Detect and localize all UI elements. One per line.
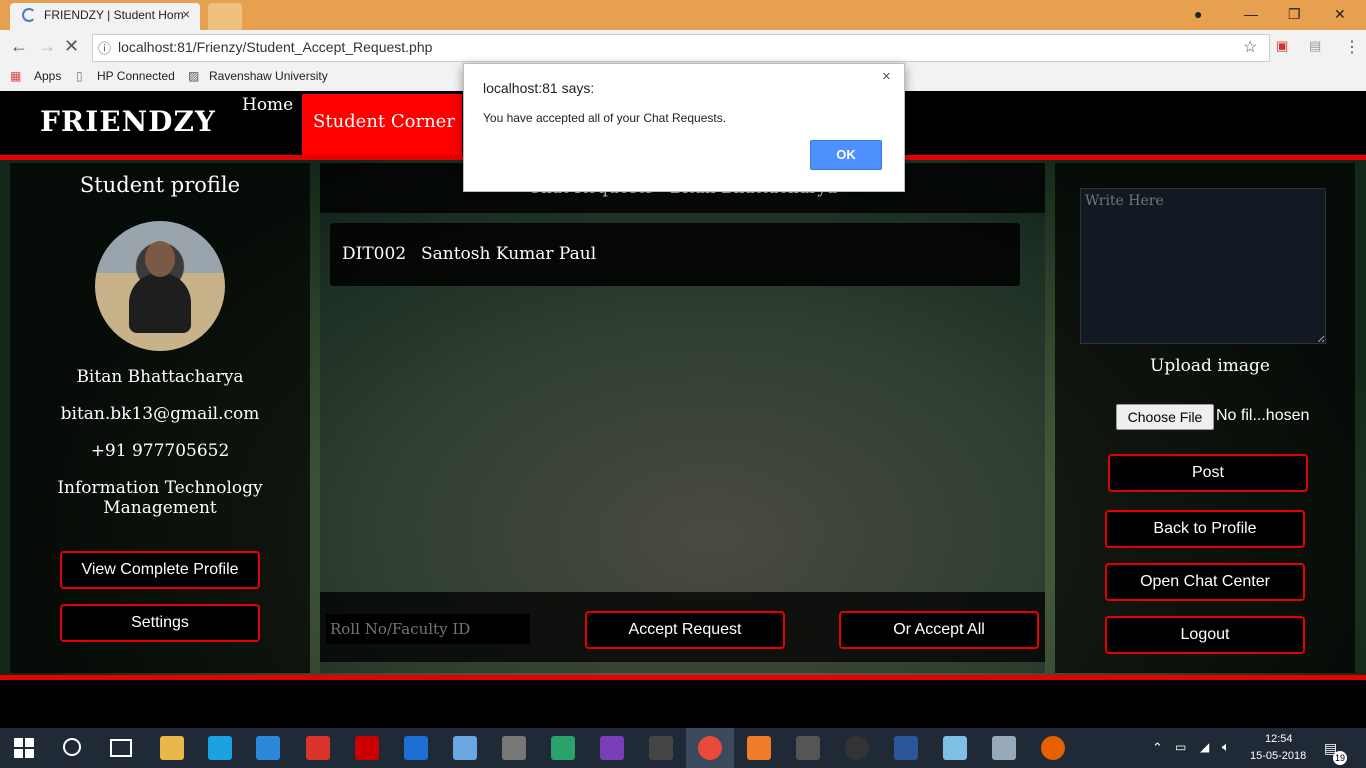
visual-studio-icon[interactable] <box>600 736 624 760</box>
close-window-icon[interactable]: ✕ <box>1334 6 1346 23</box>
firefox-icon[interactable] <box>1041 736 1065 760</box>
site-logo[interactable]: FRIENDZY <box>40 105 216 138</box>
file-explorer-icon[interactable] <box>160 736 184 760</box>
request-id: DIT002 <box>342 244 407 264</box>
profile-phone: +91 977705652 <box>90 441 230 461</box>
stop-icon[interactable]: ✕ <box>64 36 79 57</box>
tools-icon[interactable] <box>502 736 526 760</box>
forward-icon[interactable]: → <box>38 36 56 57</box>
extension-icon[interactable]: ▣ <box>1276 38 1288 54</box>
accept-all-button[interactable]: Or Accept All <box>839 611 1039 649</box>
bookmark-hp[interactable]: HP Connected <box>97 69 175 83</box>
star-icon[interactable]: ☆ <box>1243 37 1257 57</box>
choose-file-button[interactable]: Choose File <box>1116 404 1214 430</box>
extension-icon[interactable]: ▤ <box>1309 38 1321 54</box>
store-icon[interactable] <box>256 736 280 760</box>
app-cube-icon[interactable] <box>453 736 477 760</box>
notification-badge: 19 <box>1333 751 1347 765</box>
maximize-icon[interactable]: ❐ <box>1288 6 1301 23</box>
post-button[interactable]: Post <box>1108 454 1308 492</box>
roll-id-input[interactable] <box>326 614 530 644</box>
loading-icon <box>22 8 36 22</box>
browser-titlebar <box>0 0 1366 30</box>
page-icon: ▯ <box>76 69 83 83</box>
sublime-icon[interactable] <box>649 736 673 760</box>
request-name: Santosh Kumar Paul <box>421 244 597 264</box>
mcafee-icon[interactable] <box>355 736 379 760</box>
network-icon[interactable]: ◢ <box>1200 740 1209 754</box>
search-icon[interactable] <box>63 738 81 756</box>
nav-student-corner-label: Student Corner <box>313 111 455 132</box>
task-view-icon[interactable] <box>110 739 132 757</box>
tab-title: FRIENDZY | Student Hom <box>44 8 184 22</box>
settings-button[interactable]: Settings <box>60 604 260 642</box>
tab-close-icon[interactable]: × <box>182 6 190 22</box>
chrome-icon[interactable] <box>698 736 722 760</box>
chevron-up-icon[interactable]: ⌃ <box>1152 740 1163 756</box>
bookmark-ravenshaw[interactable]: Ravenshaw University <box>209 69 328 83</box>
logout-button[interactable]: Logout <box>1105 616 1305 654</box>
dialog-title: localhost:81 says: <box>483 80 595 96</box>
file-status: No fil...hosen <box>1216 407 1310 424</box>
back-icon[interactable]: ← <box>10 36 28 57</box>
clock-time[interactable]: 12:54 <box>1265 733 1293 745</box>
view-complete-profile-button[interactable]: View Complete Profile <box>60 551 260 589</box>
minimize-icon[interactable]: — <box>1244 6 1258 22</box>
profile-name: Bitan Bhattacharya <box>76 367 244 387</box>
xampp-icon[interactable] <box>747 736 771 760</box>
apps-icon: ▦ <box>10 69 22 83</box>
app-icon[interactable] <box>943 736 967 760</box>
bookmark-apps[interactable]: Apps <box>34 69 61 83</box>
bookmark-favicon: ▨ <box>188 69 200 83</box>
close-icon[interactable]: × <box>882 68 891 85</box>
dialog-message: You have accepted all of your Chat Reque… <box>483 111 727 125</box>
battery-icon[interactable]: ▭ <box>1175 740 1186 754</box>
profile-title: Student profile <box>79 173 241 197</box>
upload-image-label: Upload image <box>1150 356 1270 376</box>
edge-icon[interactable] <box>404 736 428 760</box>
post-textarea[interactable] <box>1080 188 1326 344</box>
open-chat-center-button[interactable]: Open Chat Center <box>1105 563 1305 601</box>
nav-home[interactable]: Home <box>242 95 293 115</box>
avatar <box>95 221 225 351</box>
paint-icon[interactable] <box>992 736 1016 760</box>
menu-icon[interactable]: ⋮ <box>1344 37 1360 57</box>
new-tab-button[interactable] <box>208 3 242 30</box>
profile-email: bitan.bk13@gmail.com <box>60 404 260 424</box>
app-l-icon[interactable] <box>208 736 232 760</box>
profile-department-line2: Management <box>103 498 217 518</box>
windows-start-icon[interactable] <box>14 738 34 758</box>
wpm-icon[interactable] <box>845 736 869 760</box>
profile-icon[interactable]: ● <box>1194 6 1202 22</box>
profile-department: Information Technology <box>57 478 263 498</box>
accept-request-button[interactable]: Accept Request <box>585 611 785 649</box>
info-icon[interactable]: ⓘ <box>98 38 111 57</box>
app-icon[interactable] <box>306 736 330 760</box>
avatar-face <box>145 241 175 277</box>
atom-icon[interactable] <box>551 736 575 760</box>
volume-icon[interactable]: 🔈︎ <box>1222 739 1230 755</box>
avatar-figure <box>129 273 191 333</box>
back-to-profile-button[interactable]: Back to Profile <box>1105 510 1305 548</box>
ok-button[interactable]: OK <box>810 140 882 170</box>
word-icon[interactable] <box>894 736 918 760</box>
terminal-icon[interactable] <box>796 736 820 760</box>
url-text: localhost:81/Frienzy/Student_Accept_Requ… <box>118 39 433 55</box>
clock-date[interactable]: 15-05-2018 <box>1250 750 1306 762</box>
page-footer <box>0 680 1366 728</box>
